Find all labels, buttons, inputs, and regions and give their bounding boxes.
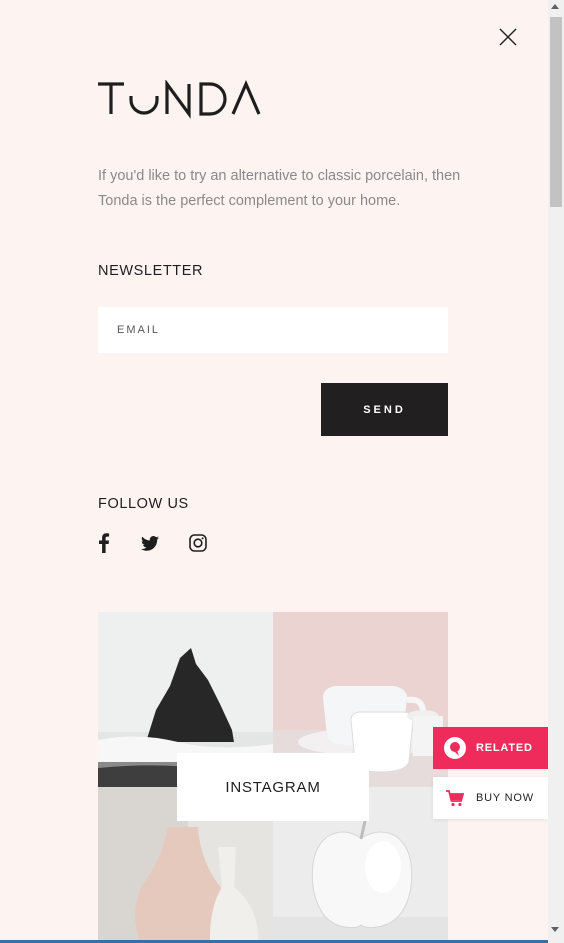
close-icon bbox=[499, 28, 517, 46]
email-field[interactable] bbox=[98, 307, 448, 353]
related-label: RELATED bbox=[476, 742, 533, 754]
close-button[interactable] bbox=[497, 26, 519, 48]
scrollbar[interactable] bbox=[548, 0, 564, 943]
send-button[interactable]: SEND bbox=[321, 383, 448, 436]
scroll-up-arrow-icon[interactable] bbox=[551, 4, 559, 9]
instagram-link[interactable] bbox=[187, 532, 209, 554]
cart-icon bbox=[445, 788, 465, 808]
twitter-link[interactable] bbox=[139, 532, 161, 554]
instagram-icon bbox=[189, 534, 207, 552]
scroll-down-arrow-icon[interactable] bbox=[551, 927, 559, 932]
related-button[interactable]: RELATED bbox=[433, 727, 548, 769]
scroll-thumb[interactable] bbox=[550, 17, 562, 207]
newsletter-title: NEWSLETTER bbox=[98, 263, 204, 279]
follow-us-title: FOLLOW US bbox=[98, 496, 189, 512]
facebook-link[interactable] bbox=[93, 532, 115, 554]
facebook-icon bbox=[99, 533, 110, 553]
buy-now-label: BUY NOW bbox=[476, 792, 534, 804]
twitter-icon bbox=[141, 535, 159, 551]
intro-text: If you'd like to try an alternative to c… bbox=[98, 168, 461, 209]
instagram-grid: INSTAGRAM bbox=[98, 612, 448, 943]
tonda-logo[interactable] bbox=[98, 80, 268, 120]
buy-now-button[interactable]: BUY NOW bbox=[433, 777, 548, 819]
related-icon bbox=[443, 736, 467, 760]
instagram-label[interactable]: INSTAGRAM bbox=[177, 753, 369, 821]
